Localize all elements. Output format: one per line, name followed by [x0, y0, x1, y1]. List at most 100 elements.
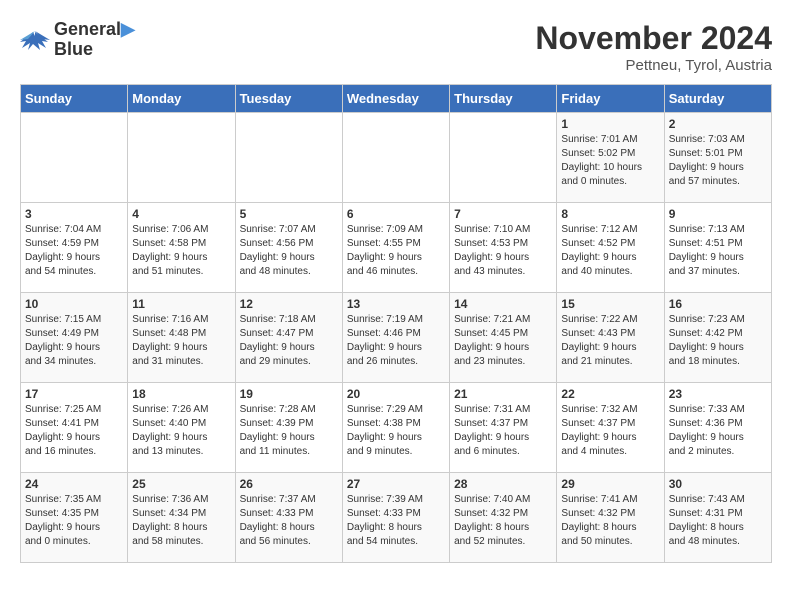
calendar-week-row: 17Sunrise: 7:25 AM Sunset: 4:41 PM Dayli…: [21, 383, 772, 473]
weekday-header-row: SundayMondayTuesdayWednesdayThursdayFrid…: [21, 85, 772, 113]
day-info: Sunrise: 7:35 AM Sunset: 4:35 PM Dayligh…: [25, 493, 123, 549]
day-info: Sunrise: 7:22 AM Sunset: 4:43 PM Dayligh…: [561, 313, 659, 369]
day-info: Sunrise: 7:06 AM Sunset: 4:58 PM Dayligh…: [132, 223, 230, 279]
logo: General▶ Blue: [20, 20, 135, 60]
day-number: 30: [669, 477, 767, 491]
calendar-cell: 5 Sunrise: 7:07 AM Sunset: 4:56 PM Daylig…: [235, 203, 342, 293]
day-number: 14: [454, 297, 552, 311]
day-number: 20: [347, 387, 445, 401]
day-info: Sunrise: 7:40 AM Sunset: 4:32 PM Dayligh…: [454, 493, 552, 549]
day-number: 2: [669, 117, 767, 131]
logo-text: General▶ Blue: [54, 20, 135, 60]
page-header: General▶ Blue November 2024 Pettneu, Tyr…: [20, 20, 772, 74]
calendar-cell: 17Sunrise: 7:25 AM Sunset: 4:41 PM Dayli…: [21, 383, 128, 473]
day-number: 29: [561, 477, 659, 491]
day-info: Sunrise: 7:18 AM Sunset: 4:47 PM Dayligh…: [240, 313, 338, 369]
calendar-cell: 22 Sunrise: 7:32 AM Sunset: 4:37 PM Dayli…: [557, 383, 664, 473]
day-info: Sunrise: 7:25 AM Sunset: 4:41 PM Dayligh…: [25, 403, 123, 459]
day-number: 6: [347, 207, 445, 221]
day-info: Sunrise: 7:01 AM Sunset: 5:02 PM Dayligh…: [561, 133, 659, 189]
day-info: Sunrise: 7:31 AM Sunset: 4:37 PM Dayligh…: [454, 403, 552, 459]
calendar-week-row: 24 Sunrise: 7:35 AM Sunset: 4:35 PM Dayli…: [21, 473, 772, 563]
weekday-header: Thursday: [450, 85, 557, 113]
day-info: Sunrise: 7:07 AM Sunset: 4:56 PM Dayligh…: [240, 223, 338, 279]
day-number: 22: [561, 387, 659, 401]
calendar-cell: 30 Sunrise: 7:43 AM Sunset: 4:31 PM Dayli…: [664, 473, 771, 563]
day-info: Sunrise: 7:33 AM Sunset: 4:36 PM Dayligh…: [669, 403, 767, 459]
calendar-cell: 25 Sunrise: 7:36 AM Sunset: 4:34 PM Dayli…: [128, 473, 235, 563]
calendar-table: SundayMondayTuesdayWednesdayThursdayFrid…: [20, 84, 772, 563]
calendar-week-row: 10 Sunrise: 7:15 AM Sunset: 4:49 PM Dayli…: [21, 293, 772, 383]
calendar-cell: 11Sunrise: 7:16 AM Sunset: 4:48 PM Dayli…: [128, 293, 235, 383]
calendar-cell: 3 Sunrise: 7:04 AM Sunset: 4:59 PM Daylig…: [21, 203, 128, 293]
calendar-cell: 16Sunrise: 7:23 AM Sunset: 4:42 PM Dayli…: [664, 293, 771, 383]
day-number: 27: [347, 477, 445, 491]
month-title: November 2024: [535, 20, 772, 57]
day-number: 24: [25, 477, 123, 491]
calendar-cell: 2 Sunrise: 7:03 AM Sunset: 5:01 PM Daylig…: [664, 113, 771, 203]
calendar-cell: 12 Sunrise: 7:18 AM Sunset: 4:47 PM Dayli…: [235, 293, 342, 383]
calendar-cell: 1 Sunrise: 7:01 AM Sunset: 5:02 PM Daylig…: [557, 113, 664, 203]
day-number: 16: [669, 297, 767, 311]
day-info: Sunrise: 7:36 AM Sunset: 4:34 PM Dayligh…: [132, 493, 230, 549]
calendar-cell: 10 Sunrise: 7:15 AM Sunset: 4:49 PM Dayli…: [21, 293, 128, 383]
calendar-cell: 4 Sunrise: 7:06 AM Sunset: 4:58 PM Daylig…: [128, 203, 235, 293]
day-info: Sunrise: 7:39 AM Sunset: 4:33 PM Dayligh…: [347, 493, 445, 549]
day-number: 26: [240, 477, 338, 491]
calendar-cell: 18 Sunrise: 7:26 AM Sunset: 4:40 PM Dayli…: [128, 383, 235, 473]
day-info: Sunrise: 7:43 AM Sunset: 4:31 PM Dayligh…: [669, 493, 767, 549]
day-number: 18: [132, 387, 230, 401]
day-info: Sunrise: 7:16 AM Sunset: 4:48 PM Dayligh…: [132, 313, 230, 369]
weekday-header: Saturday: [664, 85, 771, 113]
day-number: 9: [669, 207, 767, 221]
calendar-cell: 26 Sunrise: 7:37 AM Sunset: 4:33 PM Dayli…: [235, 473, 342, 563]
day-number: 3: [25, 207, 123, 221]
calendar-cell: 28Sunrise: 7:40 AM Sunset: 4:32 PM Dayli…: [450, 473, 557, 563]
day-number: 13: [347, 297, 445, 311]
day-info: Sunrise: 7:29 AM Sunset: 4:38 PM Dayligh…: [347, 403, 445, 459]
calendar-cell: [21, 113, 128, 203]
calendar-cell: 29 Sunrise: 7:41 AM Sunset: 4:32 PM Dayli…: [557, 473, 664, 563]
logo-icon: [20, 28, 50, 52]
calendar-cell: [235, 113, 342, 203]
weekday-header: Tuesday: [235, 85, 342, 113]
day-info: Sunrise: 7:15 AM Sunset: 4:49 PM Dayligh…: [25, 313, 123, 369]
day-info: Sunrise: 7:03 AM Sunset: 5:01 PM Dayligh…: [669, 133, 767, 189]
day-info: Sunrise: 7:09 AM Sunset: 4:55 PM Dayligh…: [347, 223, 445, 279]
day-number: 10: [25, 297, 123, 311]
day-info: Sunrise: 7:28 AM Sunset: 4:39 PM Dayligh…: [240, 403, 338, 459]
day-info: Sunrise: 7:10 AM Sunset: 4:53 PM Dayligh…: [454, 223, 552, 279]
day-info: Sunrise: 7:19 AM Sunset: 4:46 PM Dayligh…: [347, 313, 445, 369]
day-info: Sunrise: 7:32 AM Sunset: 4:37 PM Dayligh…: [561, 403, 659, 459]
weekday-header: Sunday: [21, 85, 128, 113]
weekday-header: Friday: [557, 85, 664, 113]
calendar-cell: 27 Sunrise: 7:39 AM Sunset: 4:33 PM Dayli…: [342, 473, 449, 563]
calendar-cell: 21 Sunrise: 7:31 AM Sunset: 4:37 PM Dayli…: [450, 383, 557, 473]
calendar-week-row: 3 Sunrise: 7:04 AM Sunset: 4:59 PM Daylig…: [21, 203, 772, 293]
day-info: Sunrise: 7:13 AM Sunset: 4:51 PM Dayligh…: [669, 223, 767, 279]
day-info: Sunrise: 7:41 AM Sunset: 4:32 PM Dayligh…: [561, 493, 659, 549]
calendar-cell: 13 Sunrise: 7:19 AM Sunset: 4:46 PM Dayli…: [342, 293, 449, 383]
day-number: 21: [454, 387, 552, 401]
day-number: 4: [132, 207, 230, 221]
calendar-cell: [342, 113, 449, 203]
day-number: 25: [132, 477, 230, 491]
day-number: 8: [561, 207, 659, 221]
calendar-week-row: 1 Sunrise: 7:01 AM Sunset: 5:02 PM Daylig…: [21, 113, 772, 203]
calendar-cell: 15 Sunrise: 7:22 AM Sunset: 4:43 PM Dayli…: [557, 293, 664, 383]
day-number: 12: [240, 297, 338, 311]
day-info: Sunrise: 7:26 AM Sunset: 4:40 PM Dayligh…: [132, 403, 230, 459]
day-number: 15: [561, 297, 659, 311]
calendar-cell: 19 Sunrise: 7:28 AM Sunset: 4:39 PM Dayli…: [235, 383, 342, 473]
day-number: 1: [561, 117, 659, 131]
calendar-cell: 6 Sunrise: 7:09 AM Sunset: 4:55 PM Daylig…: [342, 203, 449, 293]
day-number: 5: [240, 207, 338, 221]
day-info: Sunrise: 7:04 AM Sunset: 4:59 PM Dayligh…: [25, 223, 123, 279]
calendar-cell: 24 Sunrise: 7:35 AM Sunset: 4:35 PM Dayli…: [21, 473, 128, 563]
day-number: 19: [240, 387, 338, 401]
calendar-cell: 14Sunrise: 7:21 AM Sunset: 4:45 PM Dayli…: [450, 293, 557, 383]
calendar-cell: 9 Sunrise: 7:13 AM Sunset: 4:51 PM Daylig…: [664, 203, 771, 293]
day-info: Sunrise: 7:37 AM Sunset: 4:33 PM Dayligh…: [240, 493, 338, 549]
calendar-cell: 23Sunrise: 7:33 AM Sunset: 4:36 PM Dayli…: [664, 383, 771, 473]
calendar-cell: 20 Sunrise: 7:29 AM Sunset: 4:38 PM Dayli…: [342, 383, 449, 473]
